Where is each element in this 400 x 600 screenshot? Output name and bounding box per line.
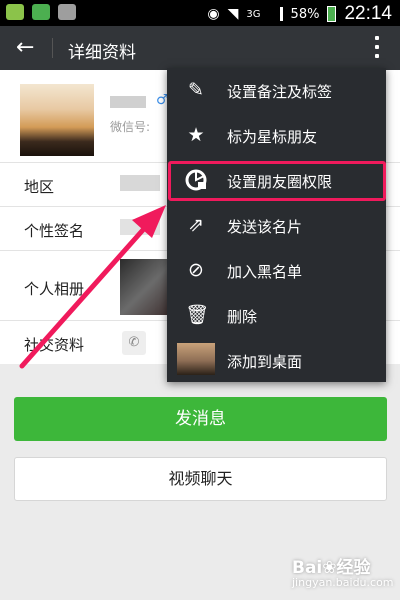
watermark: Bai❀经验 jingyan.baidu.com xyxy=(292,553,394,589)
annotation-arrow xyxy=(19,205,166,369)
watermark-url: jingyan.baidu.com xyxy=(292,576,394,589)
watermark-brand: Bai❀经验 xyxy=(292,558,371,578)
